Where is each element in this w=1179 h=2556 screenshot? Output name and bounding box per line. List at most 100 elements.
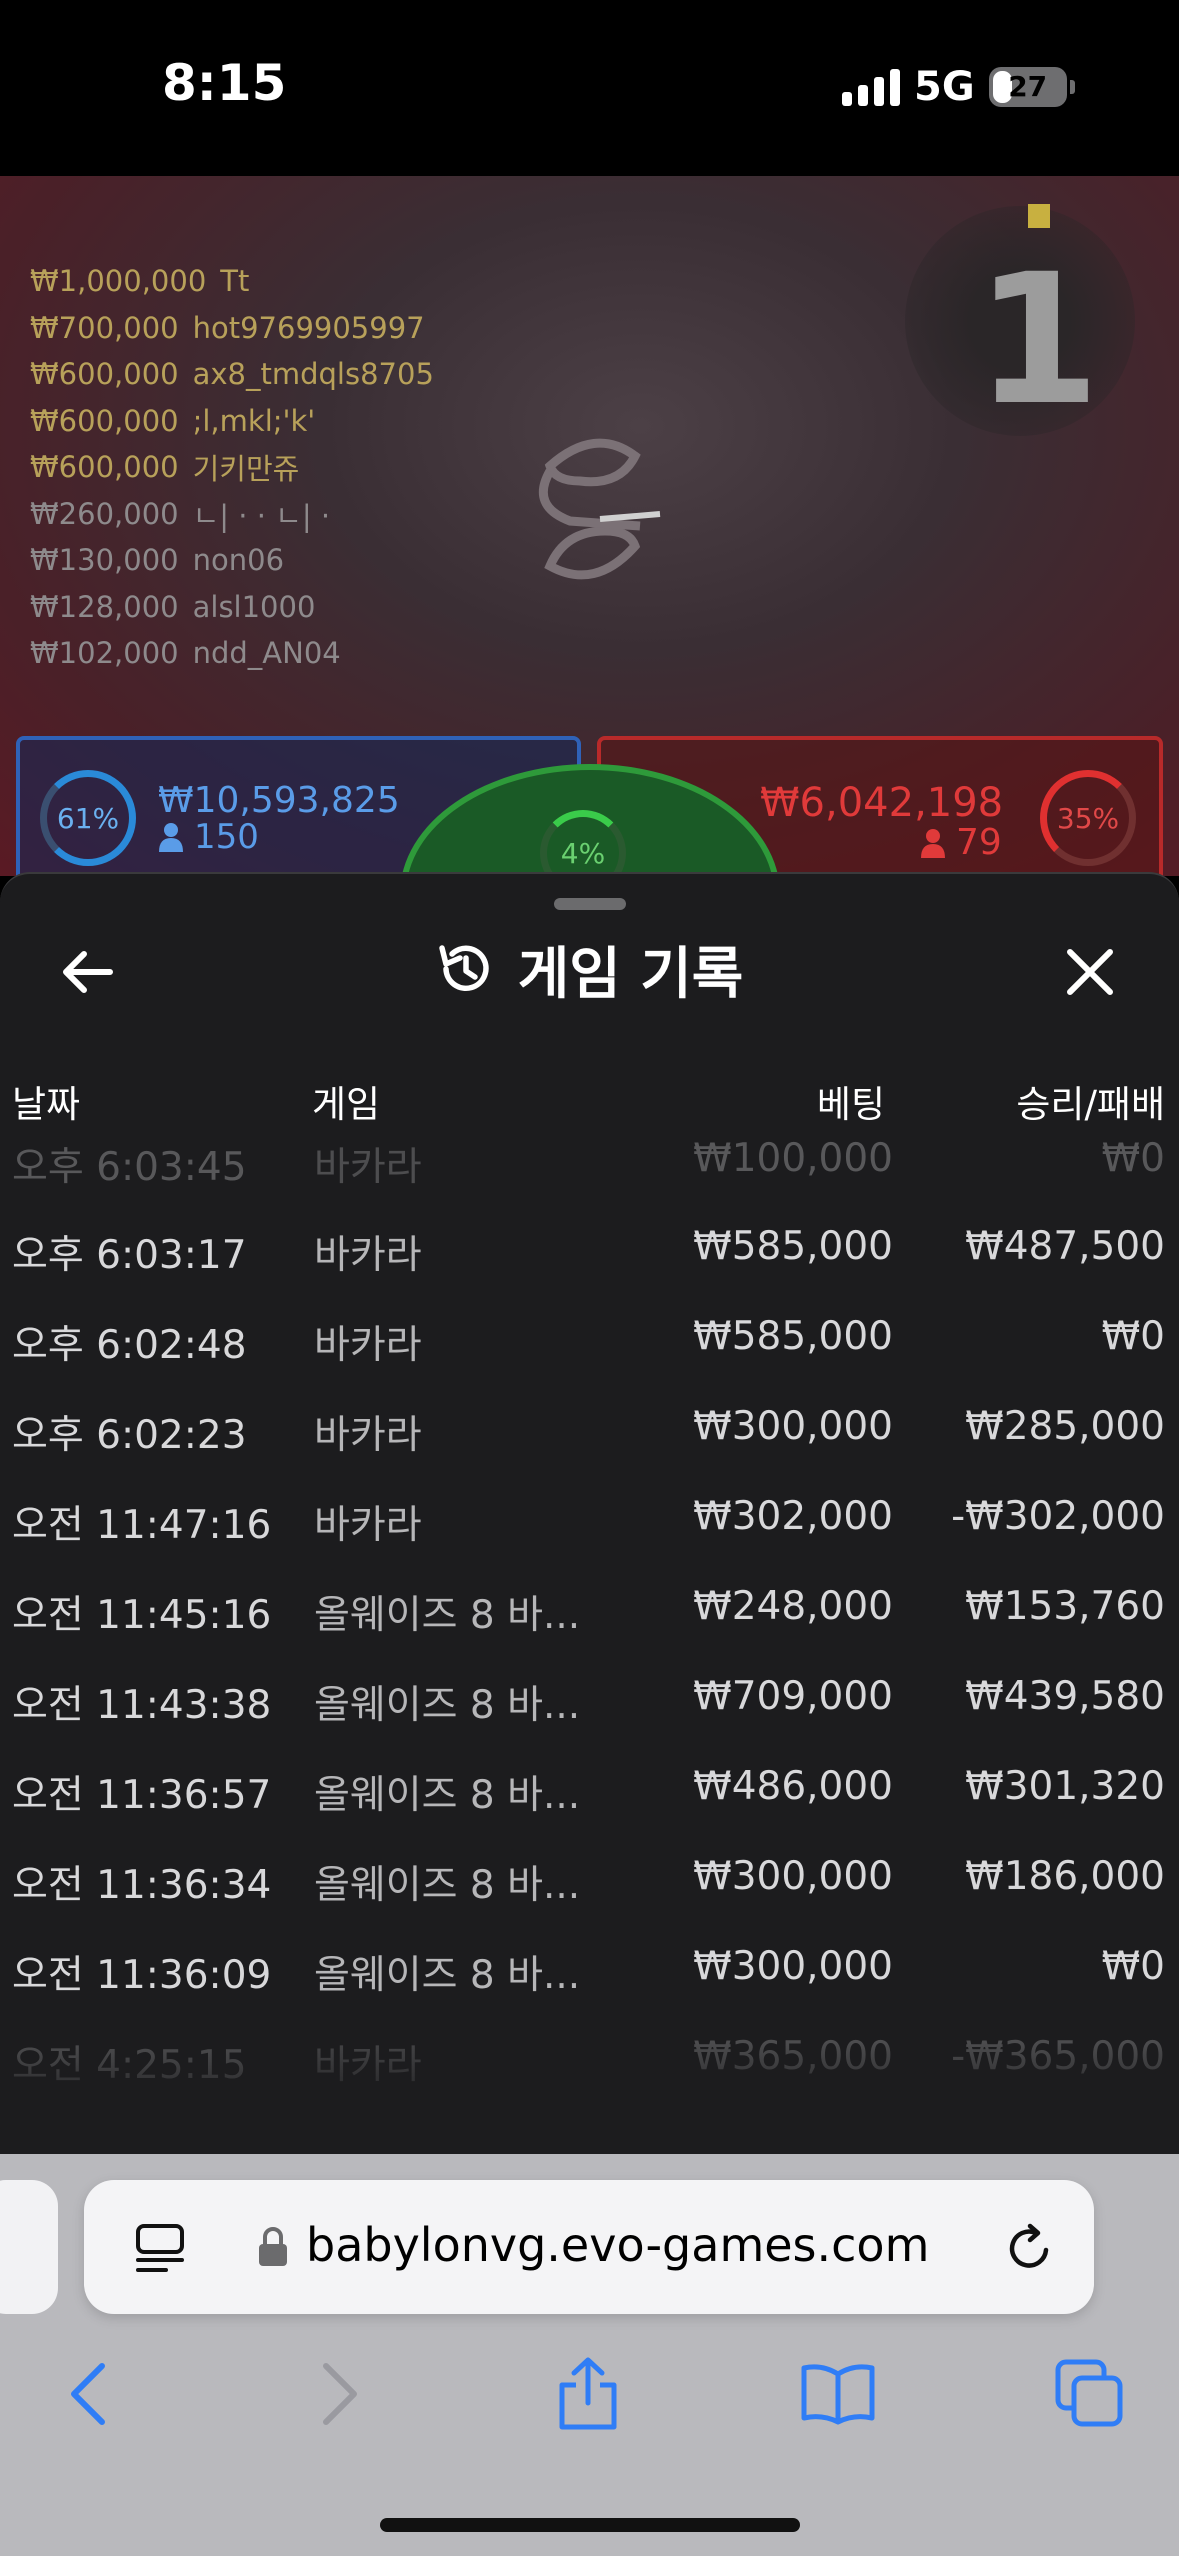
column-header-game: 게임 [312,1083,381,1126]
scroll-fade [0,2024,1179,2154]
row-game: 바카라 [314,1503,422,1548]
player-count-value: 150 [194,817,259,857]
chevron-left-icon [71,2363,105,2425]
chevron-right-icon [323,2363,357,2425]
bettor-row: ₩600,000 ;l,mkl;'k' [30,398,530,445]
status-indicators: 5G 27 [842,62,1075,112]
game-history-sheet: 게임 기록 날짜 게임 베팅 승리/패배 오후 6:03:45 바카라 ₩100,0… [0,872,1179,2154]
row-result: ₩0 [1101,1314,1165,1359]
row-date: 오후 6:03:45 [12,1145,247,1190]
table-row[interactable]: 오전 11:36:09 올웨이즈 8 바... ₩300,000 ₩0 [0,1922,1179,2012]
row-bet: ₩248,000 [693,1584,893,1629]
address-bar[interactable]: babylonvg.evo-games.com [84,2180,1094,2314]
reload-icon[interactable] [1002,2220,1058,2276]
share-icon [559,2357,617,2430]
flag-icon [1028,204,1050,228]
row-game: 올웨이즈 8 바... [314,1593,581,1638]
back-nav-button[interactable] [48,2354,128,2434]
table-row[interactable]: 오전 11:36:57 올웨이즈 8 바... ₩486,000 ₩301,320 [0,1742,1179,1832]
row-result: -₩302,000 [951,1494,1165,1539]
bettor-amount: ₩260,000 [30,496,179,531]
row-game: 올웨이즈 8 바... [314,1773,581,1818]
table-row[interactable]: 오후 6:03:17 바카라 ₩585,000 ₩487,500 [0,1202,1179,1292]
page-menu-icon[interactable] [132,2220,188,2276]
bookmarks-button[interactable] [798,2354,878,2434]
history-table[interactable]: 오후 6:03:45 바카라 ₩100,000 ₩0 오후 6:03:17 바카라 ₩585… [0,1132,1179,2102]
bettor-name: ax8_tmdqls8705 [192,357,434,392]
row-date: 오후 6:02:48 [12,1323,247,1368]
table-header: 날짜 게임 베팅 승리/패배 [0,1074,1179,1134]
previous-tab-card[interactable] [0,2180,58,2314]
bettor-row: ₩600,000 ax8_tmdqls8705 [30,351,530,398]
row-game: 올웨이즈 8 바... [314,1863,581,1908]
sheet-grabber[interactable] [554,898,626,910]
forward-nav-button[interactable] [300,2354,380,2434]
bettor-amount: ₩600,000 [30,450,179,485]
game-background: ₩1,000,000 Tt ₩700,000 hot9769905997 ₩600,00… [0,176,1179,876]
row-date: 오후 6:02:23 [12,1413,247,1458]
lock-icon [259,2227,287,2266]
row-date: 오전 11:36:34 [12,1863,272,1908]
bettor-row: ₩130,000 non06 [30,537,530,584]
bettor-name: hot9769905997 [192,310,425,345]
bettor-row: ₩260,000 ㄴ| · · ㄴ| · [30,491,530,538]
signal-icon [842,68,900,106]
status-time: 8:15 [162,54,287,112]
column-header-date: 날짜 [12,1083,81,1126]
battery-level: 27 [1008,70,1048,103]
bettor-name: ;l,mkl;'k' [192,403,316,438]
table-row[interactable]: 오전 11:36:34 올웨이즈 8 바... ₩300,000 ₩186,000 [0,1832,1179,1922]
row-bet: ₩709,000 [693,1674,893,1719]
row-game: 바카라 [314,1233,422,1278]
column-header-result: 승리/패배 [1016,1083,1165,1126]
row-result: ₩153,760 [965,1584,1165,1629]
row-bet: ₩300,000 [693,1854,893,1899]
table-row[interactable]: 오후 6:03:45 바카라 ₩100,000 ₩0 [0,1132,1179,1202]
battery-nub [1069,80,1075,94]
round-number: 1 [975,236,1101,445]
table-row[interactable]: 오전 11:45:16 올웨이즈 8 바... ₩248,000 ₩153,760 [0,1562,1179,1652]
bettor-name: non06 [192,543,285,578]
url-text: babylonvg.evo-games.com [306,2218,930,2272]
row-date: 오전 11:43:38 [12,1683,272,1728]
share-button[interactable] [548,2354,628,2434]
user-icon [159,823,183,852]
column-header-bet: 베팅 [816,1083,885,1126]
status-bar: 8:15 5G 27 [0,0,1179,176]
row-date: 오전 11:47:16 [12,1503,272,1548]
row-bet: ₩302,000 [693,1494,893,1539]
row-result: ₩439,580 [965,1674,1165,1719]
row-bet: ₩100,000 [693,1136,893,1181]
table-row[interactable]: 오후 6:02:23 바카라 ₩300,000 ₩285,000 [0,1382,1179,1472]
player-total-amount: ₩10,593,825 [158,780,400,821]
table-row[interactable]: 오후 6:02:48 바카라 ₩585,000 ₩0 [0,1292,1179,1382]
table-row[interactable]: 오전 11:47:16 바카라 ₩302,000 -₩302,000 [0,1472,1179,1562]
tabs-button[interactable] [1050,2354,1130,2434]
row-date: 오전 11:36:09 [12,1953,272,1998]
row-date: 오후 6:03:17 [12,1233,247,1278]
close-button[interactable] [1060,942,1120,1002]
bettor-name: Tt [220,264,250,299]
row-bet: ₩486,000 [693,1764,893,1809]
row-result: ₩0 [1101,1944,1165,1989]
bettor-row: ₩700,000 hot9769905997 [30,305,530,352]
battery-icon: 27 [988,67,1067,107]
bettor-amount: ₩128,000 [30,589,179,624]
player-percent-ring: 61% [40,770,136,866]
row-game: 바카라 [314,1145,422,1190]
banker-bettor-count: 79 [920,822,1002,863]
bettor-name: ㄴ| · · ㄴ| · [192,498,331,533]
sheet-title: 게임 기록 [517,941,744,1007]
bettor-amount: ₩102,000 [30,636,179,671]
banker-count-value: 79 [956,822,1002,863]
table-row[interactable]: 오전 11:43:38 올웨이즈 8 바... ₩709,000 ₩439,580 [0,1652,1179,1742]
bettor-name: alsl1000 [192,589,316,624]
user-icon [921,828,945,858]
row-result: ₩487,500 [965,1224,1165,1269]
bettor-amount: ₩600,000 [30,357,179,392]
bettor-name: 기키만쥬 [192,452,300,487]
bettor-amount: ₩700,000 [30,310,179,345]
player-bettor-count: 150 [158,817,259,857]
banker-percent-ring: 35% [1040,770,1136,866]
row-date: 오전 11:45:16 [12,1593,272,1638]
